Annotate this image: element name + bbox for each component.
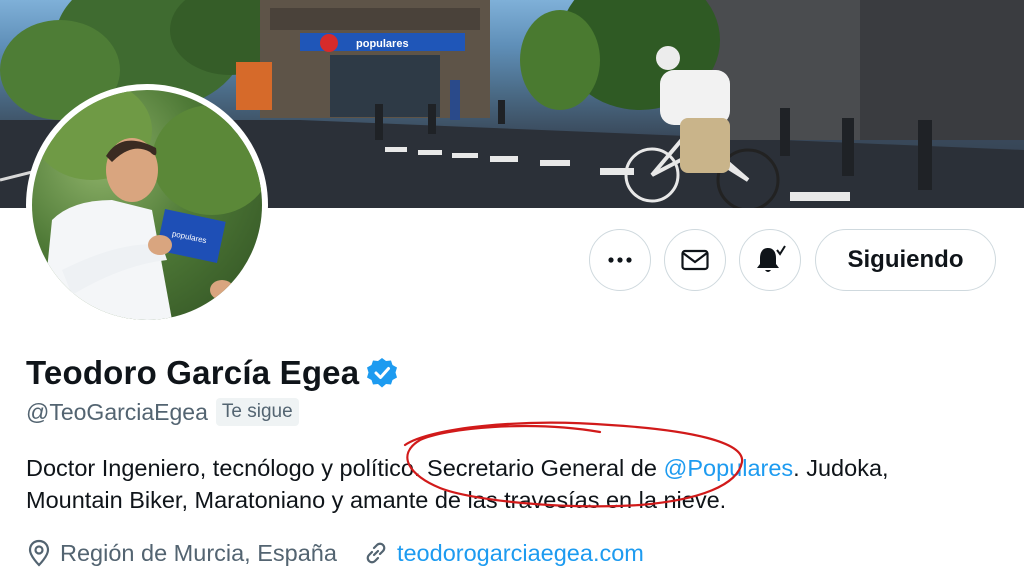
svg-text:populares: populares (356, 38, 409, 50)
bell-notify-icon (757, 245, 786, 272)
more-options-button[interactable] (589, 229, 651, 291)
profile-avatar[interactable]: populares (26, 84, 268, 326)
more-icon (608, 257, 632, 263)
following-button[interactable]: Siguiendo (815, 229, 996, 291)
location-icon (26, 539, 52, 567)
message-button[interactable] (664, 229, 726, 291)
profile-meta-row: Región de Murcia, España teodorogarciaeg… (26, 539, 644, 567)
profile-location: Región de Murcia, España (60, 539, 337, 566)
avatar-photo: populares (32, 90, 262, 320)
notifications-button[interactable] (739, 229, 801, 291)
profile-name-row: Teodoro García Egea (26, 354, 398, 392)
mail-icon (681, 249, 709, 271)
profile-bio: Doctor Ingeniero, tecnólogo y político. … (26, 452, 1006, 516)
bio-text-line2: Mountain Biker, Maratoniano y amante de … (26, 487, 727, 513)
bio-mention-link[interactable]: @Populares (663, 455, 793, 481)
follows-you-badge: Te sigue (215, 398, 299, 426)
profile-handle-row: @TeoGarciaEgea Te sigue (26, 398, 299, 426)
bio-text-part1: Doctor Ingeniero, tecnólogo y político. … (26, 455, 664, 481)
display-name: Teodoro García Egea (26, 354, 360, 391)
verified-icon[interactable] (366, 357, 398, 389)
link-icon (363, 540, 389, 566)
bio-text-part2: . Judoka, (793, 455, 889, 481)
profile-website-link[interactable]: teodorogarciaegea.com (397, 540, 644, 567)
handle: @TeoGarciaEgea (26, 398, 208, 425)
